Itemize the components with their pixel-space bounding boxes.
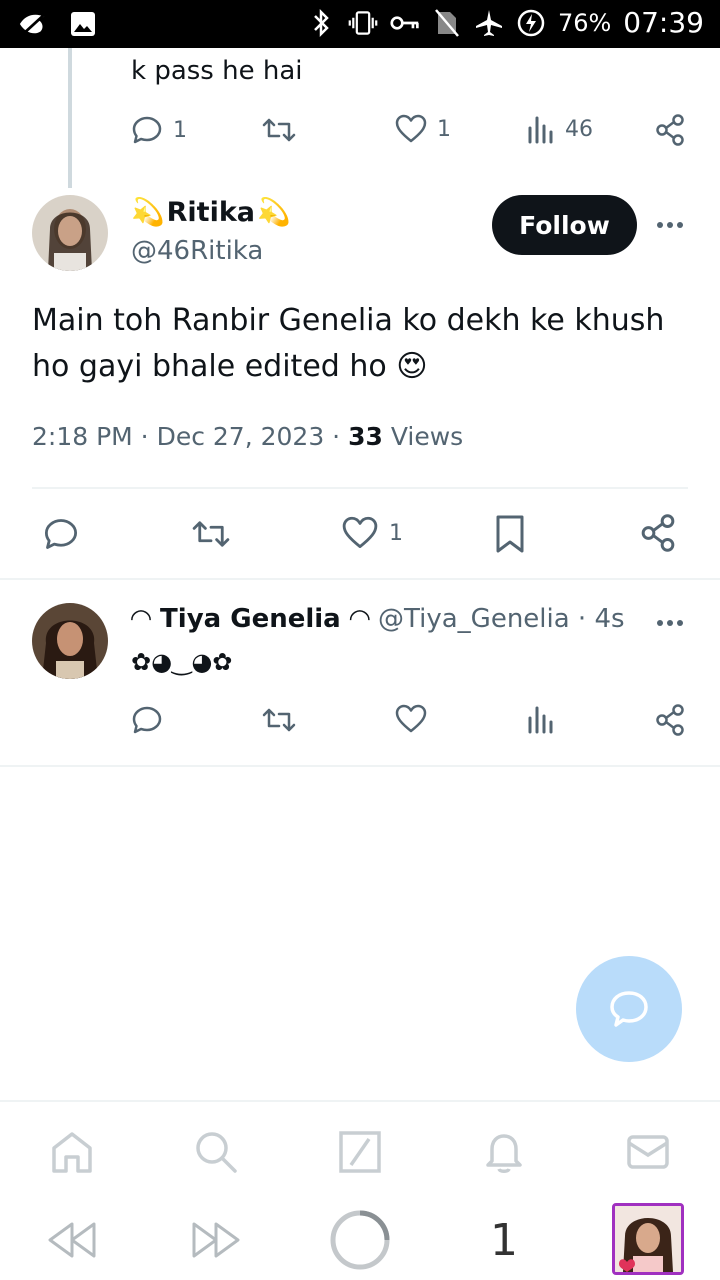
analytics-icon — [528, 116, 553, 144]
reply-icon — [44, 519, 78, 549]
share-icon — [656, 704, 684, 736]
views-button[interactable]: 46 — [527, 114, 593, 144]
nav-grok[interactable] — [336, 1128, 384, 1176]
views-count: 46 — [565, 116, 593, 142]
reply-button[interactable] — [131, 704, 163, 736]
tweet-time: 2:18 PM — [32, 422, 133, 451]
rewind-icon — [48, 1222, 96, 1258]
more-options-icon[interactable] — [655, 215, 685, 235]
views-button[interactable] — [527, 704, 555, 734]
share-button[interactable] — [655, 704, 685, 736]
bookmark-button[interactable] — [494, 514, 526, 554]
tweet-date: Dec 27, 2023 — [156, 422, 325, 451]
no-sim-icon — [432, 7, 462, 39]
vpn-key-icon — [390, 7, 420, 39]
reply-name-prefix: ◠ — [131, 604, 161, 634]
compose-reply-button[interactable] — [576, 956, 682, 1062]
bluetooth-icon — [306, 7, 336, 39]
reload-button[interactable] — [328, 1208, 392, 1272]
reply-button[interactable] — [42, 516, 80, 552]
bookmark-icon — [496, 515, 524, 553]
bird-notification-icon — [18, 8, 48, 40]
retweet-button[interactable] — [261, 114, 297, 146]
like-button[interactable]: 1 — [341, 516, 403, 550]
like-button[interactable] — [395, 704, 427, 734]
divider — [0, 765, 720, 767]
divider — [0, 578, 720, 580]
loading-spinner-icon — [330, 1210, 390, 1270]
share-button[interactable] — [640, 514, 676, 552]
rewind-button[interactable] — [44, 1216, 100, 1264]
nav-messages[interactable] — [624, 1128, 672, 1176]
share-icon — [641, 514, 675, 552]
reply-name-suffix: ◠ — [340, 604, 370, 634]
vibrate-icon — [348, 7, 378, 39]
like-button[interactable]: 1 — [395, 114, 451, 144]
tab-count[interactable]: 1 — [480, 1208, 528, 1272]
tweet-views-label: Views — [390, 422, 464, 451]
nav-home[interactable] — [48, 1128, 96, 1176]
image-notification-icon — [68, 8, 98, 40]
battery-charging-icon — [516, 7, 546, 39]
retweet-button[interactable] — [190, 516, 232, 552]
fast-forward-icon — [192, 1222, 240, 1258]
like-count: 1 — [437, 116, 451, 142]
retweet-icon — [262, 708, 296, 732]
more-options-icon[interactable] — [655, 613, 685, 633]
reply-author-name[interactable]: Tiya Genelia — [160, 604, 341, 634]
reply-actions — [131, 704, 691, 744]
status-bar: 76% 07:39 — [0, 0, 720, 48]
nav-search[interactable] — [192, 1128, 240, 1176]
share-icon — [656, 114, 684, 146]
nav-notifications[interactable] — [480, 1128, 528, 1176]
reply-author-avatar[interactable] — [32, 603, 108, 679]
browser-toolbar: 1 — [0, 1200, 720, 1280]
author-handle[interactable]: @46Ritika — [131, 236, 263, 266]
tweet-text: Main toh Ranbir Genelia ko dekh ke khush… — [32, 303, 665, 384]
name-emoji-left: 💫 — [131, 197, 165, 228]
share-button[interactable] — [655, 114, 685, 146]
reply-age: 4s — [594, 604, 625, 634]
tweet-meta: 2:18 PM · Dec 27, 2023 · 33 Views — [32, 422, 464, 451]
clock: 07:39 — [623, 6, 704, 39]
tab-thumbnail[interactable] — [612, 1203, 684, 1275]
tweet-views-count: 33 — [348, 422, 383, 451]
airplane-mode-icon — [474, 7, 504, 39]
author-display-name[interactable]: 💫 Ritika 💫 — [131, 196, 291, 229]
analytics-icon — [528, 706, 553, 734]
reply-author-line: ◠ Tiya Genelia ◠ @Tiya_Genelia · 4s — [131, 604, 625, 634]
divider — [32, 487, 688, 489]
reply-icon — [132, 706, 162, 734]
battery-percent: 76% — [557, 8, 612, 37]
author-avatar[interactable] — [32, 195, 108, 271]
previous-tweet-text: k pass he hai — [131, 56, 303, 86]
reply-text: ✿◕‿◕✿ — [131, 648, 233, 676]
follow-button[interactable]: Follow — [492, 195, 637, 255]
mail-icon — [627, 1135, 669, 1169]
search-icon — [196, 1132, 237, 1173]
name-text: Ritika — [166, 196, 256, 228]
grok-icon — [339, 1131, 381, 1173]
previous-tweet-actions: 1 1 46 — [131, 114, 691, 154]
fast-forward-button[interactable] — [188, 1216, 244, 1264]
reply-author-handle[interactable]: @Tiya_Genelia — [378, 604, 570, 634]
heart-icon — [395, 114, 427, 143]
name-emoji-right: 💫 — [257, 197, 291, 228]
like-count: 1 — [389, 520, 403, 546]
bell-icon — [486, 1134, 522, 1173]
home-icon — [52, 1132, 92, 1173]
thread-connector-line — [68, 48, 72, 188]
reply-bubble-icon — [610, 991, 648, 1027]
heart-icon — [342, 516, 378, 549]
bottom-navigation — [0, 1100, 720, 1200]
retweet-icon — [192, 521, 230, 547]
retweet-icon — [262, 118, 296, 142]
reply-button[interactable]: 1 — [131, 114, 187, 146]
reply-count: 1 — [173, 117, 187, 143]
heart-icon — [395, 704, 427, 733]
reply-icon — [132, 116, 162, 144]
retweet-button[interactable] — [261, 704, 297, 736]
